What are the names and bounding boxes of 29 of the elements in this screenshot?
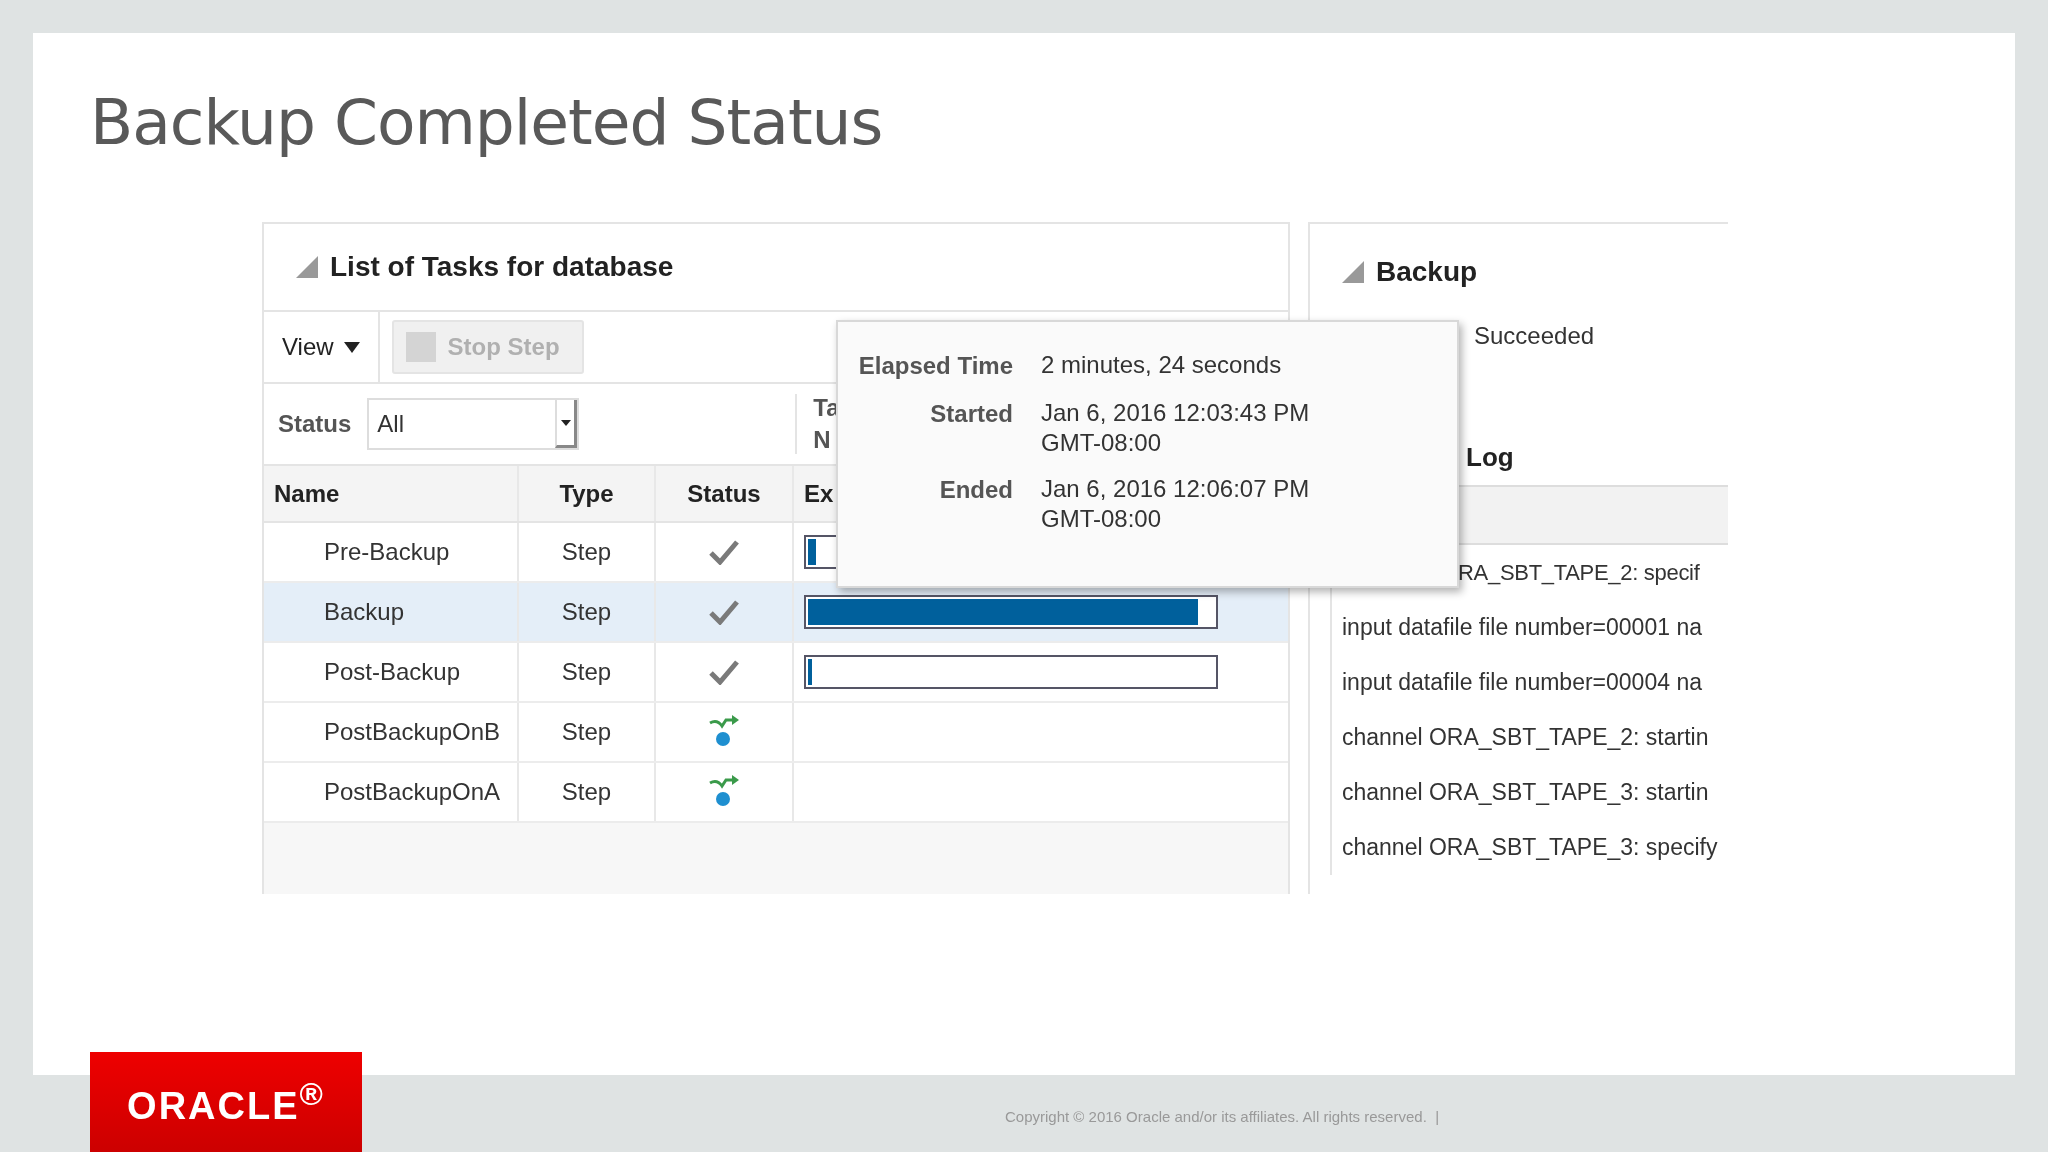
log-line: channel ORA_SBT_TAPE_3: startin [1341, 778, 1710, 807]
table-cell: Post-Backup [264, 643, 519, 701]
filter-label: N [813, 426, 832, 454]
table-cell: PostBackupOnB [264, 703, 519, 761]
filter-label: Status [278, 410, 352, 438]
oracle-logo: ORACLE$^{®}$ [90, 1052, 362, 1152]
table-cell: Step [519, 523, 656, 581]
table-cell: Step [519, 763, 656, 821]
log-title: Log [1466, 442, 1515, 473]
copyright-text: Copyright © 2016 Oracle and/or its affiliates. All rights reserved. | [1005, 1108, 1440, 1125]
tooltip-label: Started [929, 399, 1013, 429]
panel-title: Backup [1376, 256, 1478, 288]
status-text: Succeeded [1474, 322, 1596, 350]
log-line: channel ORA_SBT_TAPE_2: startin [1341, 723, 1710, 752]
panel-title: List of Tasks for database [330, 251, 674, 283]
tooltip-label: Ended [938, 475, 1013, 505]
tooltip-label: Elapsed Time [857, 351, 1013, 381]
tooltip-value: Jan 6, 2016 12:03:43 PM GMT-08:00 [1041, 398, 1311, 458]
table-cell: Step [519, 583, 656, 641]
table-cell: Pre-Backup [264, 523, 519, 581]
table-cell: Backup [264, 583, 519, 641]
log-line: input datafile file number=00001 na [1341, 613, 1703, 642]
log-line: channel ORA_SBT_TAPE_3: specify [1341, 833, 1719, 862]
log-line: RA_SBT_TAPE_2: specif [1457, 559, 1701, 587]
tooltip-value: 2 minutes, 24 seconds [1041, 350, 1283, 380]
log-line: input datafile file number=00004 na [1341, 668, 1703, 697]
table-cell: PostBackupOnA [264, 763, 519, 821]
table-cell: Step [519, 643, 656, 701]
table-cell: Step [519, 703, 656, 761]
